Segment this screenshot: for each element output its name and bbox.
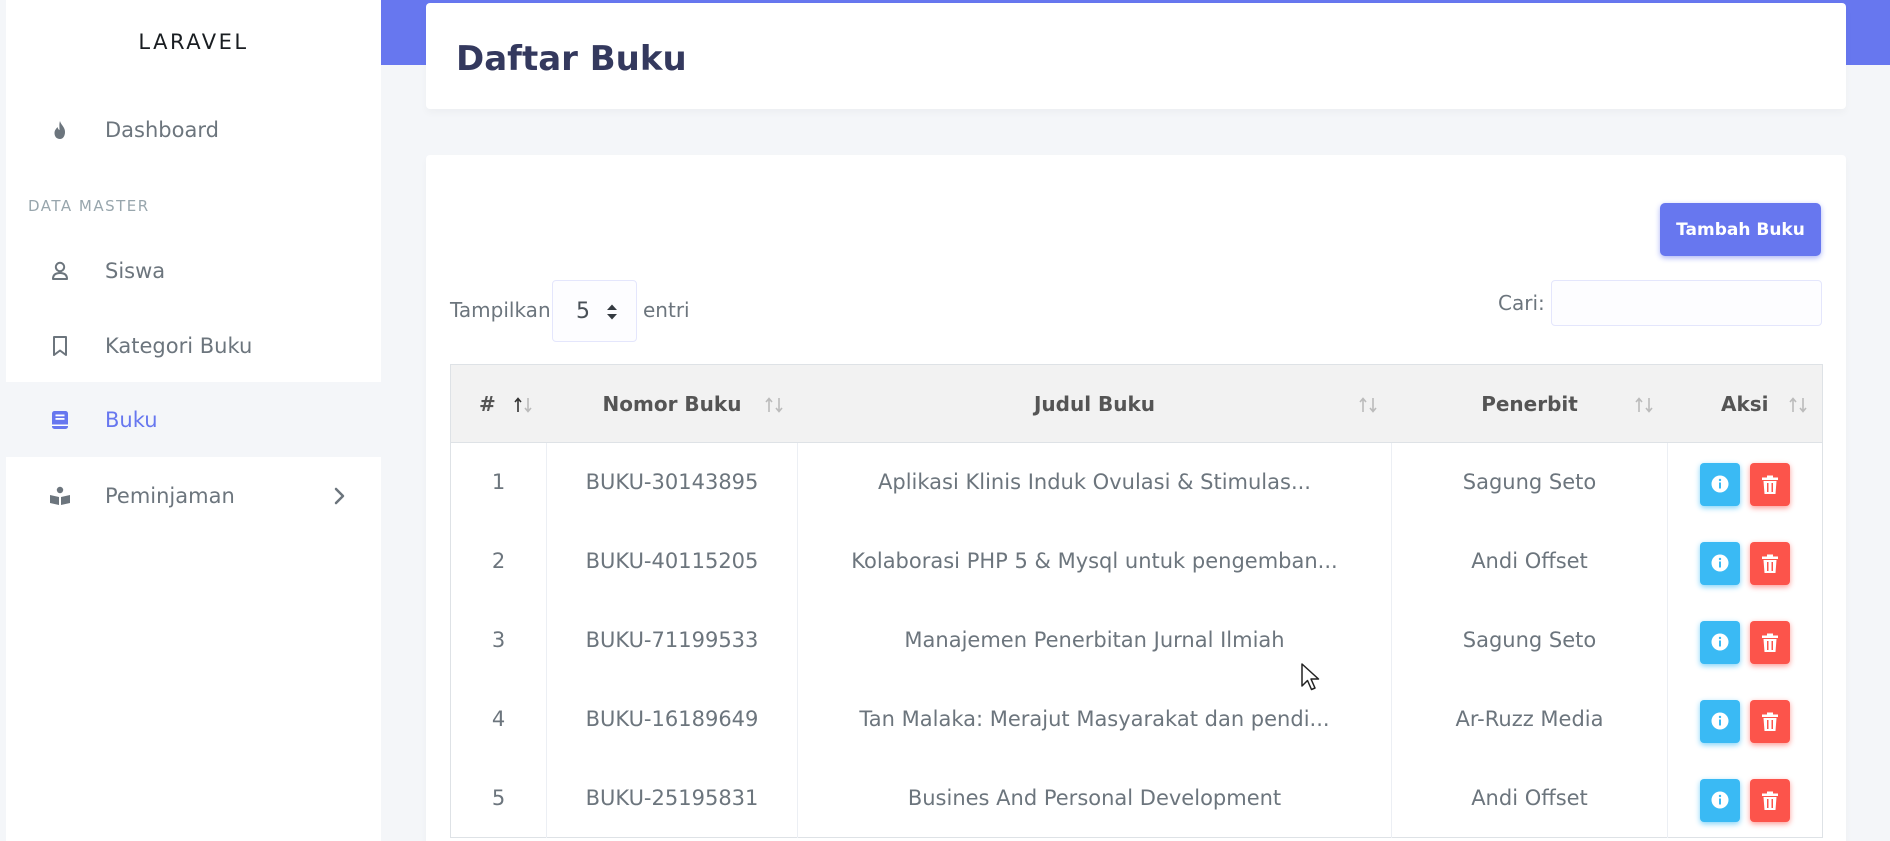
cell-judul-buku: Aplikasi Klinis Induk Ovulasi & Stimulas… [797,442,1392,522]
column-header-penerbit[interactable]: Penerbit [1391,364,1668,443]
trash-icon [1762,554,1779,573]
column-header-judul-buku[interactable]: Judul Buku [797,364,1392,443]
page-title: Daftar Buku [456,39,687,79]
table-row: 5 BUKU-25195831 Busines And Personal Dev… [450,758,1823,838]
cell-aksi [1668,601,1823,680]
cell-no: 4 [450,679,547,759]
info-circle-icon [1711,791,1729,809]
sort-icon [1358,397,1377,413]
brand-logo[interactable]: LARAVEL [6,30,381,54]
search-input[interactable] [1551,280,1822,326]
cell-nomor-buku: BUKU-71199533 [546,600,798,680]
trash-icon [1762,712,1779,731]
search-label: Cari: [1498,291,1545,315]
cell-aksi [1668,759,1823,838]
book-reader-icon [48,484,72,508]
sort-icon [1634,397,1653,413]
column-header-no[interactable]: # [450,364,547,443]
section-header: Daftar Buku [426,3,1846,109]
table-row: 2 BUKU-40115205 Kolaborasi PHP 5 & Mysql… [450,521,1823,601]
delete-button[interactable] [1750,542,1791,585]
cell-penerbit: Andi Offset [1391,758,1668,838]
trash-icon [1762,791,1779,810]
mouse-cursor-icon [1301,663,1320,691]
delete-button[interactable] [1750,778,1791,822]
sort-asc-icon [513,397,532,413]
table-row: 3 BUKU-71199533 Manajemen Penerbitan Jur… [450,600,1823,680]
trash-icon [1762,633,1779,652]
sidebar-item-label: Buku [105,407,158,432]
sidebar-item-label: Kategori Buku [105,333,253,358]
add-book-button[interactable]: Tambah Buku [1660,203,1821,256]
show-entries-suffix: entri [643,298,690,322]
info-circle-icon [1711,475,1729,493]
cell-nomor-buku: BUKU-16189649 [546,679,798,759]
cell-penerbit: Sagung Seto [1391,442,1668,522]
cell-penerbit: Andi Offset [1391,521,1668,601]
show-entries-prefix: Tampilkan [450,298,551,322]
sidebar-item-peminjaman[interactable]: Peminjaman [6,458,381,533]
fire-icon [48,118,72,142]
sidebar-item-label: Siswa [105,258,166,283]
detail-button[interactable] [1699,778,1740,822]
detail-button[interactable] [1699,621,1740,664]
entries-per-page-value: 5 [576,298,590,324]
cell-judul-buku: Kolaborasi PHP 5 & Mysql untuk pengemban… [797,521,1392,601]
delete-button[interactable] [1750,621,1791,664]
info-circle-icon [1711,712,1729,730]
sidebar-item-siswa[interactable]: Siswa [6,233,381,308]
detail-button[interactable] [1699,463,1740,507]
cell-penerbit: Sagung Seto [1391,600,1668,680]
detail-button[interactable] [1699,700,1740,743]
cell-no: 3 [450,600,547,680]
cell-nomor-buku: BUKU-40115205 [546,521,798,601]
column-header-nomor-buku[interactable]: Nomor Buku [546,364,798,443]
bookmark-icon [48,334,72,358]
column-header-aksi[interactable]: Aksi [1667,364,1823,443]
trash-icon [1762,475,1779,495]
books-table: # Nomor Buku Judul Buku Penerbit Aksi 1 … [450,364,1823,838]
cell-nomor-buku: BUKU-25195831 [546,758,798,838]
cell-no: 2 [450,521,547,601]
sidebar-item-kategori-buku[interactable]: Kategori Buku [6,308,381,383]
sidebar-item-buku[interactable]: Buku [6,382,381,457]
entries-per-page-select[interactable]: 5 [552,280,637,342]
info-circle-icon [1711,554,1729,572]
cell-no: 1 [450,442,547,522]
sidebar-item-label: Peminjaman [105,483,235,508]
book-icon [48,408,72,432]
sidebar-item-dashboard[interactable]: Dashboard [6,92,381,167]
table-header-row: # Nomor Buku Judul Buku Penerbit Aksi [450,364,1823,443]
delete-button[interactable] [1750,700,1791,743]
table-row: 4 BUKU-16189649 Tan Malaka: Merajut Masy… [450,679,1823,759]
cell-aksi [1668,680,1823,759]
delete-button[interactable] [1750,463,1791,507]
cell-aksi [1668,522,1823,601]
cell-penerbit: Ar-Ruzz Media [1391,679,1668,759]
sort-icon [764,397,783,413]
select-arrows-icon [606,303,618,325]
cell-judul-buku: Busines And Personal Development [797,758,1392,838]
info-circle-icon [1711,633,1729,651]
sidebar: LARAVEL Dashboard DATA MASTER Siswa Kate… [6,0,381,841]
cell-nomor-buku: BUKU-30143895 [546,442,798,522]
user-icon [48,259,72,283]
detail-button[interactable] [1699,542,1740,585]
sort-icon [1789,397,1807,413]
cell-no: 5 [450,758,547,838]
chevron-right-icon [329,485,351,507]
cell-aksi [1668,443,1823,522]
menu-header: DATA MASTER [28,197,150,215]
table-row: 1 BUKU-30143895 Aplikasi Klinis Induk Ov… [450,442,1823,522]
sidebar-item-label: Dashboard [105,117,219,142]
